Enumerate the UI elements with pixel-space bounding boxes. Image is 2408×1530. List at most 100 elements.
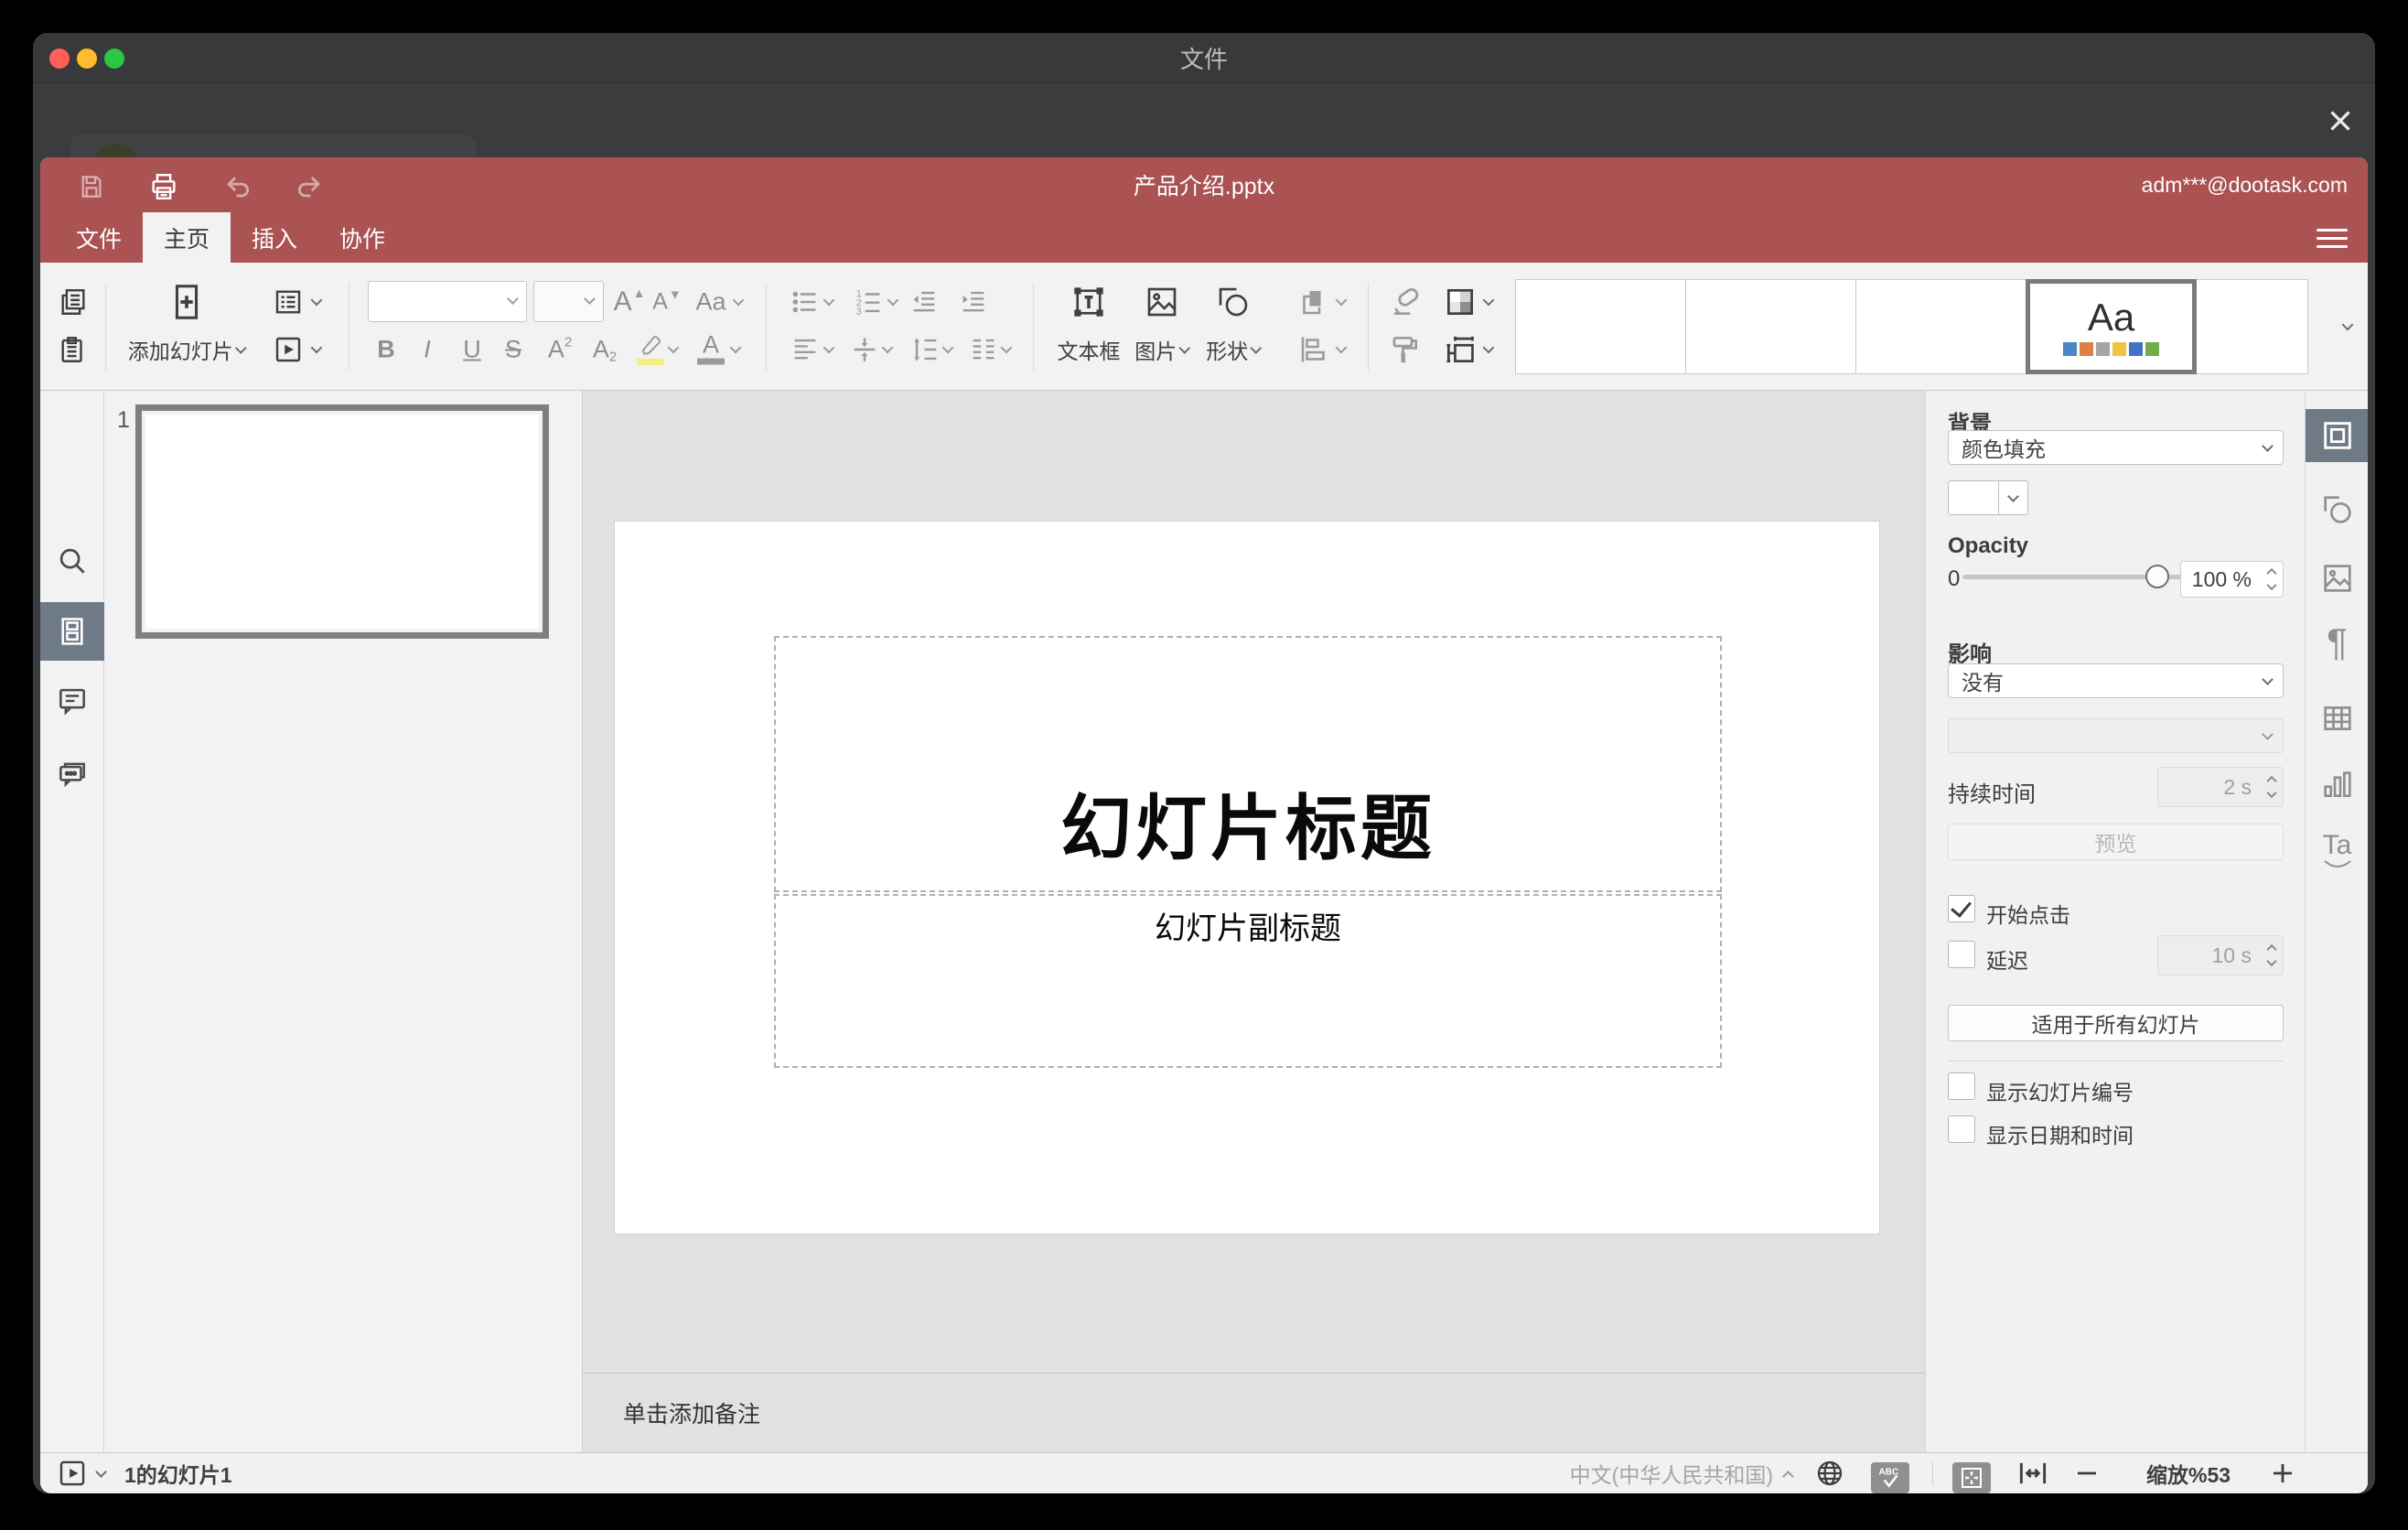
language-label[interactable]: 中文(中华人民共和国) (1467, 1453, 1773, 1493)
fit-slide-icon[interactable] (1952, 1458, 1991, 1493)
tab-insert[interactable]: 插入 (231, 212, 318, 263)
vertical-align-chevron-icon[interactable] (881, 341, 894, 354)
font-color-chevron-icon[interactable] (729, 341, 742, 354)
bullets-icon[interactable] (790, 286, 821, 318)
copy-icon[interactable] (58, 286, 89, 318)
align-objects-chevron-icon[interactable] (1335, 341, 1348, 354)
theme-colors-chevron-icon[interactable] (1482, 294, 1495, 307)
theme-gallery-expand-icon[interactable] (2341, 318, 2354, 331)
clear-style-icon[interactable] (1387, 285, 1422, 319)
start-slideshow-icon[interactable] (272, 333, 305, 366)
columns-icon[interactable] (968, 334, 999, 365)
show-date-time-checkbox[interactable] (1948, 1115, 1975, 1143)
language-caret-icon[interactable] (1782, 1453, 1794, 1493)
slides-icon[interactable] (40, 602, 104, 661)
numbering-chevron-icon[interactable] (887, 294, 899, 307)
theme-cell[interactable] (1515, 279, 1686, 374)
show-slide-number-checkbox[interactable] (1948, 1072, 1975, 1100)
menu-icon[interactable] (2317, 224, 2348, 252)
subscript-icon[interactable]: A2 (593, 336, 617, 365)
columns-chevron-icon[interactable] (1000, 341, 1013, 354)
slide-settings-icon[interactable] (2306, 409, 2368, 462)
start-on-click-checkbox[interactable] (1948, 895, 1975, 922)
bullets-chevron-icon[interactable] (822, 294, 835, 307)
paragraph-settings-icon[interactable]: ¶ (2306, 616, 2368, 669)
fill-color-picker[interactable] (1948, 480, 2028, 515)
change-case-icon[interactable]: Aa (695, 288, 726, 317)
highlight-icon[interactable] (637, 334, 664, 365)
tab-file[interactable]: 文件 (55, 212, 143, 263)
comments-icon[interactable] (40, 672, 104, 730)
opacity-slider-handle[interactable] (2145, 565, 2169, 588)
slide[interactable]: 幻灯片标题 幻灯片副标题 (615, 522, 1879, 1234)
image-settings-icon[interactable] (2306, 552, 2368, 605)
start-slideshow-chevron-icon[interactable] (310, 341, 323, 354)
theme-cell[interactable] (2196, 279, 2308, 374)
align-chevron-icon[interactable] (822, 341, 835, 354)
bold-icon[interactable]: B (377, 336, 395, 364)
slide-thumbnail[interactable] (135, 404, 549, 639)
numbering-icon[interactable]: 123 (854, 286, 885, 318)
change-case-chevron-icon[interactable] (732, 294, 745, 307)
paste-icon[interactable] (58, 334, 89, 365)
fit-width-icon[interactable] (2016, 1453, 2050, 1493)
font-increase-icon[interactable]: A ▲ (614, 286, 646, 318)
table-settings-icon[interactable] (2306, 692, 2368, 745)
close-icon[interactable] (2320, 101, 2360, 141)
globe-icon[interactable] (1813, 1453, 1846, 1493)
copy-style-icon[interactable] (1387, 332, 1422, 367)
tab-collaboration[interactable]: 协作 (318, 212, 406, 263)
tab-home[interactable]: 主页 (143, 212, 231, 263)
outdent-icon[interactable] (908, 286, 940, 318)
title-placeholder[interactable]: 幻灯片标题 (774, 636, 1722, 892)
font-size-combo[interactable] (533, 281, 604, 322)
duration-spinner[interactable]: 2 s (2157, 767, 2284, 807)
theme-colors-icon[interactable] (1443, 285, 1478, 319)
slideshow-chevron-icon[interactable] (95, 1453, 107, 1493)
slide-size-icon[interactable] (1443, 332, 1478, 367)
textart-settings-icon[interactable]: Ta (2306, 824, 2368, 878)
slide-layout-chevron-icon[interactable] (310, 294, 323, 307)
image-button[interactable]: 图片 (1134, 334, 1191, 365)
text-box-icon[interactable] (1070, 283, 1108, 321)
zoom-out-icon[interactable] (2073, 1453, 2101, 1493)
shape-settings-icon[interactable] (2306, 483, 2368, 536)
add-slide-button[interactable]: 添加幻灯片 (128, 334, 248, 365)
fill-type-select[interactable]: 颜色填充 (1948, 430, 2284, 465)
spellcheck-icon[interactable]: ABC (1871, 1458, 1909, 1493)
start-slideshow-status-icon[interactable] (57, 1453, 88, 1493)
effect-option-select[interactable] (1948, 718, 2284, 753)
preview-button[interactable]: 预览 (1948, 824, 2284, 860)
line-spacing-chevron-icon[interactable] (941, 341, 954, 354)
theme-cell[interactable] (1685, 279, 1856, 374)
add-slide-icon[interactable] (166, 281, 208, 323)
shape-icon[interactable] (1214, 283, 1252, 321)
font-name-combo[interactable] (368, 281, 527, 322)
indent-icon[interactable] (958, 286, 989, 318)
superscript-icon[interactable]: A2 (548, 335, 572, 364)
arrange-icon[interactable] (1297, 286, 1330, 318)
image-icon[interactable] (1143, 283, 1181, 321)
delay-spinner[interactable]: 10 s (2157, 935, 2284, 975)
chart-settings-icon[interactable] (2306, 759, 2368, 812)
font-color-icon[interactable]: A (697, 332, 725, 365)
chat-icon[interactable] (40, 745, 104, 803)
theme-cell[interactable] (1855, 279, 2026, 374)
notes-area[interactable]: 单击添加备注 (583, 1373, 1925, 1452)
slide-layout-icon[interactable] (272, 286, 305, 318)
search-icon[interactable] (40, 532, 104, 590)
apply-to-all-button[interactable]: 适用于所有幻灯片 (1948, 1005, 2284, 1041)
line-spacing-icon[interactable] (910, 334, 941, 365)
slide-size-chevron-icon[interactable] (1482, 341, 1495, 354)
font-decrease-icon[interactable]: A ▼ (652, 286, 682, 316)
opacity-spinner[interactable]: 100 % (2180, 561, 2284, 598)
italic-icon[interactable]: I (424, 336, 431, 364)
underline-icon[interactable]: U (463, 336, 481, 364)
strikethrough-icon[interactable]: S (505, 336, 521, 364)
highlight-chevron-icon[interactable] (667, 341, 680, 354)
align-icon[interactable] (790, 334, 821, 365)
zoom-in-icon[interactable] (2269, 1453, 2296, 1493)
shape-button[interactable]: 形状 (1206, 334, 1263, 365)
delay-checkbox[interactable] (1948, 941, 1975, 968)
subtitle-placeholder[interactable]: 幻灯片副标题 (774, 894, 1722, 1068)
